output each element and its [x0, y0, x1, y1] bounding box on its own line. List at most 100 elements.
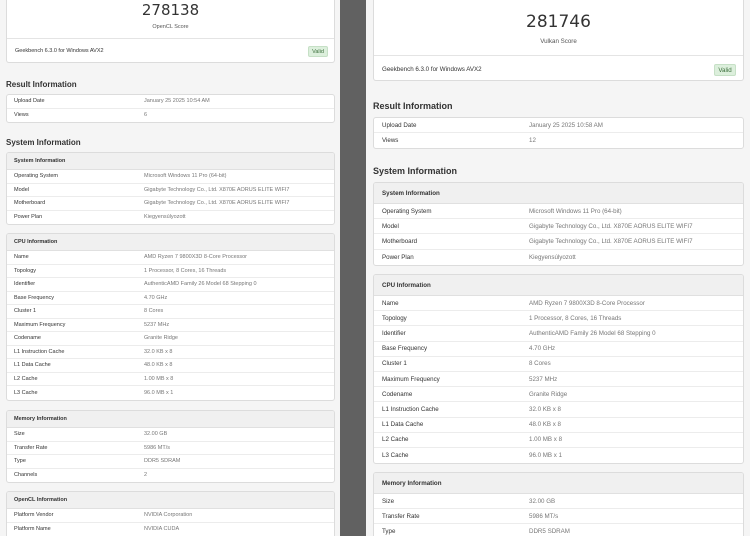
row-key: L1 Instruction Cache	[382, 405, 439, 413]
row-value: 96.0 MB x 1	[144, 389, 174, 396]
row-key: L2 Cache	[14, 375, 38, 382]
row-key: Size	[382, 497, 395, 505]
table-row: Views 6	[7, 109, 334, 123]
table-row: Name AMD Ryzen 7 9800X3D 8-Core Processor	[374, 296, 743, 312]
valid-badge: Valid	[308, 46, 328, 57]
system-information-heading: System Information	[373, 166, 458, 176]
table-row: Maximum Frequency 5237 MHz	[7, 319, 334, 332]
row-value: Granite Ridge	[144, 335, 178, 342]
row-key: Platform Name	[14, 526, 51, 533]
result-information-card: Upload Date January 25 2025 10:58 AM View…	[373, 117, 744, 150]
row-value: 1 Processor, 8 Cores, 16 Threads	[144, 267, 227, 274]
table-row: Motherboard Gigabyte Technology Co., Ltd.…	[374, 234, 743, 250]
card-header: System Information	[374, 183, 743, 204]
system-information-card: System Information Operating System Micro…	[373, 182, 744, 266]
row-key: Operating System	[382, 207, 432, 215]
row-value: Microsoft Windows 11 Pro (64-bit)	[529, 207, 622, 215]
card-header: OpenCL Information	[7, 492, 334, 509]
score-divider	[7, 38, 334, 39]
row-key: Transfer Rate	[382, 512, 420, 520]
row-value: 4.70 GHz	[529, 345, 556, 353]
row-value: 32.00 GB	[529, 497, 556, 505]
panel-divider	[340, 0, 366, 536]
row-key: Power Plan	[14, 214, 43, 221]
table-row: Base Frequency 4.70 GHz	[374, 342, 743, 357]
opencl-score-card: 278138 OpenCL Score Geekbench 6.3.0 for …	[6, 0, 335, 63]
row-key: Transfer Rate	[14, 444, 48, 451]
row-value: AMD Ryzen 7 9800X3D 8-Core Processor	[144, 254, 248, 261]
row-key: Views	[382, 137, 399, 145]
row-key: Operating System	[14, 173, 59, 180]
row-key: L3 Cache	[14, 389, 38, 396]
score-divider	[374, 55, 743, 56]
row-key: Base Frequency	[382, 345, 428, 353]
row-value: 12	[529, 137, 536, 145]
row-key: L1 Data Cache	[14, 362, 51, 369]
row-key: Codename	[382, 390, 413, 398]
system-information-heading: System Information	[6, 138, 81, 147]
row-value: DDR5 SDRAM	[529, 528, 570, 536]
row-value: 1.00 MB x 8	[144, 375, 174, 382]
row-value: Kiegyensúlyozott	[144, 214, 186, 221]
table-row: Platform Name NVIDIA CUDA	[7, 523, 334, 536]
benchmark-version: Geekbench 6.3.0 for Windows AVX2	[15, 48, 104, 54]
row-key: Power Plan	[382, 253, 414, 261]
memory-information-card: Memory Information Size 32.00 GB Transfer…	[373, 472, 744, 536]
row-key: Motherboard	[14, 200, 46, 207]
row-key: L1 Data Cache	[382, 421, 424, 429]
row-key: L1 Instruction Cache	[14, 348, 65, 355]
left-result-panel: 278138 OpenCL Score Geekbench 6.3.0 for …	[0, 0, 340, 536]
result-information-heading: Result Information	[373, 101, 453, 111]
cpu-information-card: CPU Information Name AMD Ryzen 7 9800X3D …	[6, 233, 335, 401]
table-row: Identifier AuthenticAMD Family 26 Model 6…	[374, 326, 743, 342]
table-row: Name AMD Ryzen 7 9800X3D 8-Core Processor	[7, 251, 334, 265]
table-row: Cluster 1 8 Cores	[7, 305, 334, 319]
table-row: Operating System Microsoft Windows 11 Pro…	[7, 170, 334, 184]
row-key: Cluster 1	[14, 308, 37, 315]
row-value: 32.0 KB x 8	[529, 405, 561, 413]
row-value: AuthenticAMD Family 26 Model 68 Stepping…	[144, 281, 257, 288]
table-row: Codename Granite Ridge	[7, 332, 334, 346]
table-row: L2 Cache 1.00 MB x 8	[7, 373, 334, 386]
table-row: Power Plan Kiegyensúlyozott	[374, 250, 743, 265]
system-information-card: System Information Operating System Micro…	[6, 152, 335, 225]
row-value: Gigabyte Technology Co., Ltd. X870E AORU…	[529, 222, 693, 230]
result-information-card: Upload Date January 25 2025 10:54 AM View…	[6, 94, 335, 123]
row-value: NVIDIA Corporation	[144, 512, 193, 519]
table-row: Power Plan Kiegyensúlyozott	[7, 211, 334, 225]
row-key: Topology	[14, 267, 37, 274]
opencl-score-label: OpenCL Score	[152, 24, 189, 30]
row-value: 8 Cores	[144, 308, 164, 315]
table-row: Cluster 1 8 Cores	[374, 357, 743, 372]
row-value: 32.0 KB x 8	[144, 348, 173, 355]
table-row: Topology 1 Processor, 8 Cores, 16 Threads	[7, 265, 334, 278]
row-key: Upload Date	[382, 121, 417, 129]
table-row: Transfer Rate 5986 MT/s	[374, 509, 743, 525]
card-header: CPU Information	[7, 234, 334, 251]
vulkan-score-card: 281746 Vulkan Score Geekbench 6.3.0 for …	[373, 0, 744, 81]
row-value: 6	[144, 112, 148, 119]
row-key: Channels	[14, 472, 38, 479]
row-key: L3 Cache	[382, 451, 409, 459]
row-value: 5237 MHz	[144, 321, 170, 328]
row-value: 8 Cores	[529, 360, 551, 368]
card-header: CPU Information	[374, 275, 743, 296]
row-key: Topology	[382, 314, 407, 322]
row-key: Cluster 1	[382, 360, 407, 368]
table-row: Identifier AuthenticAMD Family 26 Model 6…	[7, 278, 334, 292]
row-key: Name	[382, 299, 399, 307]
row-value: 48.0 KB x 8	[144, 362, 173, 369]
row-key: Identifier	[382, 329, 406, 337]
row-key: Maximum Frequency	[382, 375, 440, 383]
table-row: L1 Data Cache 48.0 KB x 8	[374, 418, 743, 433]
memory-information-card: Memory Information Size 32.00 GB Transfer…	[6, 410, 335, 483]
row-value: 1 Processor, 8 Cores, 16 Threads	[529, 314, 622, 322]
row-value: NVIDIA CUDA	[144, 526, 180, 533]
table-row: Size 32.00 GB	[7, 428, 334, 442]
card-header: Memory Information	[7, 411, 334, 428]
card-header: Memory Information	[374, 473, 743, 494]
row-key: Name	[14, 254, 29, 261]
row-value: 4.70 GHz	[144, 294, 168, 301]
row-key: Model	[382, 222, 399, 230]
row-value: 5986 MT/s	[529, 512, 559, 520]
